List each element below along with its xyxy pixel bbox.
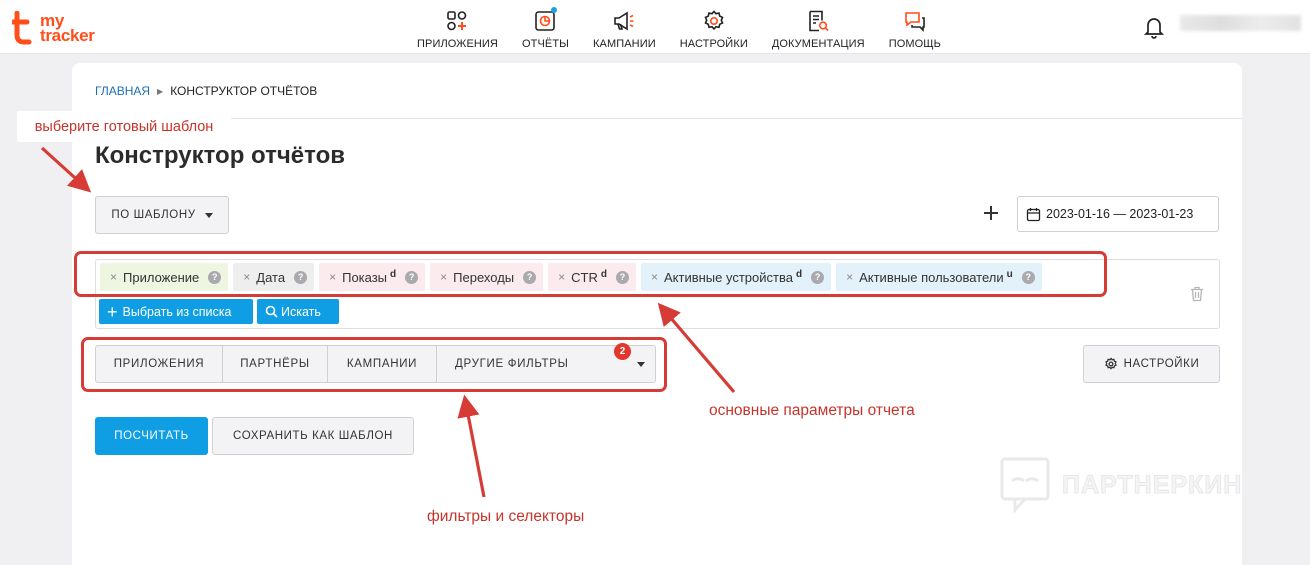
chip-label: CTR [571,269,598,285]
header-divider [72,118,1242,119]
active-filters-badge: 2 [614,343,631,360]
logo-text: my tracker [40,11,95,45]
trash-icon[interactable] [1190,286,1204,302]
apps-grid-plus-icon [447,11,467,31]
chip-superscript: d [795,268,803,280]
breadcrumb-separator-icon: ▶ [157,86,164,96]
chip-label: Активные пользователи [859,269,1004,285]
param-chip[interactable]: × Активные устройства d ? [640,263,832,291]
filter-tab-other-label: ДРУГИЕ ФИЛЬТРЫ [455,358,569,370]
nav-item-apps[interactable]: ПРИЛОЖЕНИЯ [405,0,510,54]
user-account-blurred[interactable] [1180,15,1301,31]
page-title: Конструктор отчётов [95,142,345,169]
remove-icon[interactable]: × [440,270,447,284]
template-dropdown-button[interactable]: ПО ШАБЛОНУ [95,196,229,234]
help-icon[interactable]: ? [208,270,222,284]
search-button[interactable]: Искать [257,299,339,324]
param-chip[interactable]: × Переходы ? [430,263,544,291]
watermark-text: ПАРТНЕРКИН [1061,470,1243,499]
nav-item-help[interactable]: ПОМОЩЬ [877,0,953,54]
chip-label: Показы [342,269,388,285]
bell-icon[interactable] [1143,15,1165,39]
nav-label: ДОКУМЕНТАЦИЯ [771,38,865,50]
annotation-params: основные параметры отчета [709,402,915,419]
help-icon[interactable]: ? [294,270,308,284]
remove-icon[interactable]: × [651,270,658,284]
remove-icon[interactable]: × [329,270,336,284]
chip-superscript: u [1006,268,1013,280]
logo-mark-icon [12,11,32,45]
remove-icon[interactable]: × [243,270,250,284]
plus-icon: + [107,301,118,322]
gear-icon [1104,357,1117,370]
date-range-picker[interactable]: 2023-01-16 — 2023-01-23 [1017,196,1219,232]
chip-label: Дата [256,269,286,285]
nav-label: КАМПАНИИ [593,38,656,50]
breadcrumb-home-link[interactable]: ГЛАВНАЯ [95,84,150,98]
nav-label: НАСТРОЙКИ [679,38,748,50]
nav-item-campaigns[interactable]: КАМПАНИИ [581,0,668,54]
nav-label: ПОМОЩЬ [888,38,942,50]
nav-item-reports[interactable]: ОТЧЁТЫ [510,0,581,54]
megaphone-icon [614,11,634,31]
filter-tab-partners[interactable]: ПАРТНЁРЫ [223,346,328,382]
search-label: Искать [281,304,321,319]
gear-icon [704,10,724,31]
filter-tab-apps[interactable]: ПРИЛОЖЕНИЯ [96,346,223,382]
remove-icon[interactable]: × [846,270,853,284]
help-icon[interactable]: ? [405,270,419,284]
watermark: ПАРТНЕРКИН [1000,457,1242,513]
top-navigation-bar: my tracker ПРИЛОЖЕНИЯ ОТЧЁТЫ КАМПАНИИ НА… [0,0,1310,54]
param-chip[interactable]: × Показы d ? [319,263,426,291]
param-chip[interactable]: × CTR d ? [548,263,636,291]
nav-label: ПРИЛОЖЕНИЯ [417,38,498,50]
pick-from-list-label: Выбрать из списка [122,304,232,319]
help-icon[interactable]: ? [523,270,537,284]
filter-tab-campaigns[interactable]: КАМПАНИИ [328,346,437,382]
annotation-filters: фильтры и селекторы [427,508,585,525]
report-settings-label: НАСТРОЙКИ [1123,358,1200,370]
mytracker-logo[interactable]: my tracker [12,9,95,47]
param-chips: × Приложение ? × Дата ? × Показы d ? × П… [100,263,1042,291]
nav-item-documentation[interactable]: ДОКУМЕНТАЦИЯ [760,0,877,54]
calendar-icon [1026,207,1041,221]
document-search-icon [809,10,829,32]
save-as-template-button[interactable]: СОХРАНИТЬ КАК ШАБЛОН [212,417,414,455]
param-chip[interactable]: × Активные пользователи u ? [836,263,1042,291]
calculate-button[interactable]: ПОСЧИТАТЬ [95,417,208,455]
nav-label: ОТЧЁТЫ [521,38,569,50]
report-settings-button[interactable]: НАСТРОЙКИ [1083,345,1220,383]
help-icon[interactable]: ? [615,270,629,284]
notification-dot [551,7,557,13]
chip-label: Приложение [123,269,200,285]
chip-label: Активные устройства [664,269,793,285]
breadcrumb-current: КОНСТРУКТОР ОТЧЁТОВ [170,84,318,98]
date-range-value: 2023-01-16 — 2023-01-23 [1046,207,1194,221]
breadcrumb: ГЛАВНАЯ ▶ КОНСТРУКТОР ОТЧЁТОВ [95,84,317,98]
template-dropdown-label: ПО ШАБЛОНУ [111,209,196,221]
param-chip[interactable]: × Дата ? [233,263,315,291]
main-nav: ПРИЛОЖЕНИЯ ОТЧЁТЫ КАМПАНИИ НАСТРОЙКИ ДОК… [405,0,953,54]
annotation-template: выберите готовый шаблон [17,111,231,142]
pick-from-list-button[interactable]: + Выбрать из списка [99,299,253,324]
search-icon [265,305,278,318]
caret-down-icon [204,212,213,218]
chat-bubbles-icon [905,12,925,32]
chip-label: Переходы [453,269,515,285]
param-chip[interactable]: × Приложение ? [100,263,229,291]
help-icon[interactable]: ? [1021,270,1035,284]
filter-tabs: ПРИЛОЖЕНИЯ ПАРТНЁРЫ КАМПАНИИ ДРУГИЕ ФИЛЬ… [95,345,656,383]
chip-superscript: d [390,268,397,280]
remove-icon[interactable]: × [110,270,117,284]
help-icon[interactable]: ? [811,270,825,284]
remove-icon[interactable]: × [558,270,565,284]
nav-item-settings[interactable]: НАСТРОЙКИ [668,0,760,54]
chip-superscript: d [600,268,607,280]
add-icon[interactable] [981,203,1001,223]
caret-down-icon [637,362,645,367]
watermark-logo-icon [1000,457,1050,513]
